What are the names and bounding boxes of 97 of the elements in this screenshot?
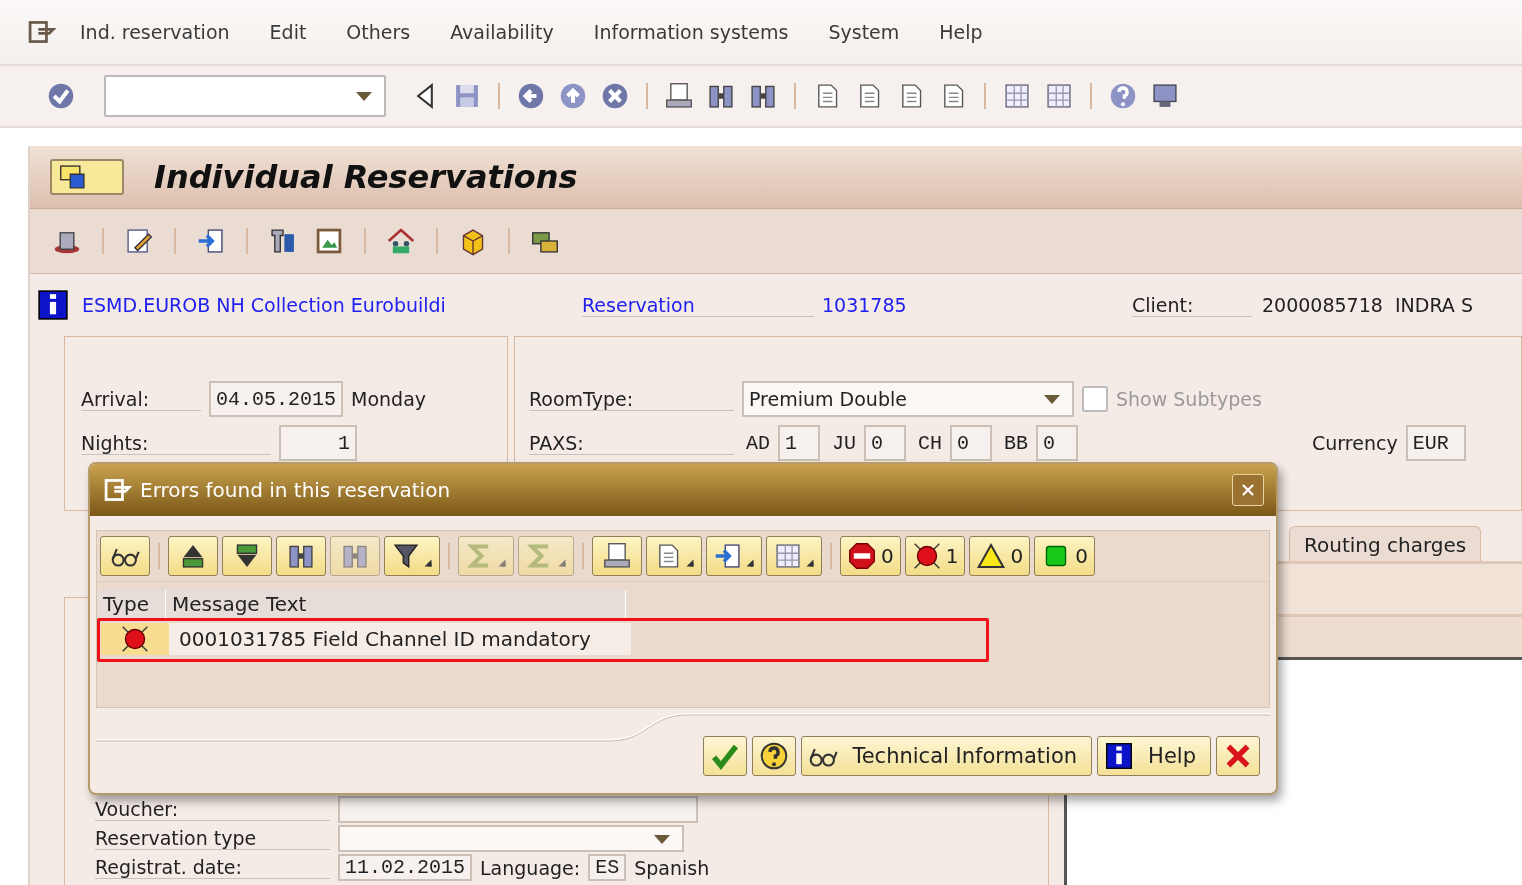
caret-icon bbox=[356, 92, 372, 101]
pax-code: AD bbox=[746, 431, 770, 455]
info-icon bbox=[1104, 741, 1135, 771]
import-icon[interactable] bbox=[196, 226, 226, 256]
menu-caret-icon bbox=[806, 559, 814, 567]
message-count-button[interactable]: 0 bbox=[969, 536, 1031, 576]
pax-code: BB bbox=[1004, 431, 1029, 455]
arrival-field[interactable]: 04.05.2015 bbox=[209, 381, 344, 417]
nights-label: Nights: bbox=[81, 431, 271, 455]
pax-field[interactable]: 1 bbox=[778, 425, 820, 461]
caret-icon bbox=[1044, 395, 1060, 404]
views-button[interactable] bbox=[646, 536, 702, 576]
print-button[interactable] bbox=[592, 536, 642, 576]
sort-ascending-button[interactable] bbox=[168, 536, 218, 576]
edit-icon[interactable] bbox=[124, 226, 154, 256]
reservation-type-label: Reservation type bbox=[95, 827, 330, 850]
filter-button[interactable] bbox=[384, 536, 440, 576]
screen-menu-button[interactable] bbox=[50, 159, 124, 195]
menu-item[interactable]: Help bbox=[939, 21, 983, 43]
show-subtypes-label: Show Subtypes bbox=[1116, 388, 1262, 410]
client-value: 2000085718 INDRA S bbox=[1262, 294, 1473, 316]
nights-field[interactable]: 1 bbox=[279, 425, 357, 461]
message-count-button[interactable]: 1 bbox=[904, 536, 966, 576]
import-icon bbox=[713, 541, 743, 571]
menu-item[interactable]: Ind. reservation bbox=[80, 21, 230, 43]
pax-field[interactable]: 0 bbox=[1036, 425, 1079, 461]
funnel-icon bbox=[391, 541, 421, 571]
warning-icon bbox=[976, 541, 1007, 571]
layout-button[interactable] bbox=[766, 536, 822, 576]
menu-caret-icon bbox=[746, 559, 754, 567]
menu-item[interactable]: Edit bbox=[269, 21, 307, 43]
voucher-field[interactable] bbox=[338, 796, 698, 823]
stop-icon bbox=[847, 541, 877, 571]
menu-item[interactable]: System bbox=[828, 21, 900, 43]
column-header[interactable]: Message Text bbox=[166, 590, 626, 618]
pax-field[interactable]: 0 bbox=[950, 425, 993, 461]
menu-caret-icon bbox=[686, 559, 694, 567]
pax-code: CH bbox=[918, 431, 943, 455]
pax-field[interactable]: 0 bbox=[864, 425, 907, 461]
pax-code: JU bbox=[832, 431, 857, 455]
help-button[interactable] bbox=[752, 736, 797, 776]
cancel-icon[interactable] bbox=[600, 81, 630, 111]
tab[interactable]: Routing charges bbox=[1289, 526, 1482, 561]
arrival-label: Arrival: bbox=[81, 387, 201, 411]
back-icon[interactable] bbox=[516, 81, 546, 111]
house-icon[interactable] bbox=[386, 226, 416, 256]
technical-information-button[interactable]: Technical Information bbox=[801, 736, 1093, 776]
error-icon bbox=[120, 624, 150, 654]
paxs-label: PAXS: bbox=[529, 431, 734, 455]
room-type-label: RoomType: bbox=[529, 387, 734, 411]
column-header[interactable]: Type bbox=[97, 590, 166, 618]
continue-button[interactable] bbox=[703, 736, 748, 776]
export-button[interactable] bbox=[706, 536, 762, 576]
room-type-dropdown[interactable]: Premium Double bbox=[742, 381, 1074, 417]
reservation-label: Reservation bbox=[582, 293, 814, 317]
menu-caret-icon bbox=[424, 559, 432, 567]
menu-caret-icon bbox=[558, 559, 566, 567]
find-button[interactable] bbox=[276, 536, 326, 576]
currency-field[interactable]: EUR bbox=[1405, 425, 1466, 461]
picture-icon[interactable] bbox=[314, 226, 344, 256]
voucher-label: Voucher: bbox=[95, 798, 330, 821]
registration-date-field[interactable]: 11.02.2015 bbox=[338, 854, 473, 881]
hotel-link[interactable]: ESMD.EUROB NH Collection Eurobuildi bbox=[82, 294, 582, 316]
message-count-button[interactable]: 0 bbox=[840, 536, 901, 576]
language-label: Language: bbox=[480, 856, 581, 879]
details-button[interactable] bbox=[100, 536, 150, 576]
message-count-button[interactable]: 0 bbox=[1034, 536, 1095, 576]
language-field[interactable]: ES bbox=[588, 854, 627, 881]
message-text: 0001031785 Field Channel ID mandatory bbox=[169, 623, 631, 655]
close-button[interactable] bbox=[1232, 474, 1264, 506]
command-field[interactable] bbox=[104, 75, 386, 117]
print-icon[interactable] bbox=[664, 81, 694, 111]
close-icon bbox=[1240, 482, 1256, 498]
info-icon[interactable] bbox=[36, 288, 70, 322]
grid-icon[interactable] bbox=[1002, 81, 1032, 111]
print-icon bbox=[602, 541, 632, 571]
exit-icon[interactable] bbox=[558, 81, 588, 111]
language-name: Spanish bbox=[634, 856, 710, 879]
menu-item[interactable]: Availability bbox=[450, 21, 554, 43]
question-icon bbox=[759, 741, 790, 771]
enter-icon[interactable] bbox=[46, 81, 76, 111]
dialog-title: Errors found in this reservation bbox=[140, 478, 452, 502]
sort-descending-button[interactable] bbox=[222, 536, 272, 576]
weekday-text: Monday bbox=[351, 388, 427, 410]
menu-item[interactable]: Others bbox=[346, 21, 411, 43]
reservation-number: 1031785 bbox=[822, 294, 908, 316]
help-icon[interactable] bbox=[1108, 81, 1138, 111]
menu-caret-icon bbox=[498, 559, 506, 567]
registration-date-label: Registrat. date: bbox=[95, 856, 330, 879]
caret-icon bbox=[654, 834, 670, 844]
cancel-button[interactable] bbox=[1216, 736, 1260, 776]
screen-title: Individual Reservations bbox=[154, 158, 578, 196]
client-label: Client: bbox=[1132, 293, 1252, 317]
grid-icon bbox=[773, 541, 803, 571]
currency-label: Currency bbox=[1312, 432, 1398, 454]
menu-item[interactable]: Information systems bbox=[593, 21, 789, 43]
help-button[interactable]: Help bbox=[1097, 736, 1211, 776]
